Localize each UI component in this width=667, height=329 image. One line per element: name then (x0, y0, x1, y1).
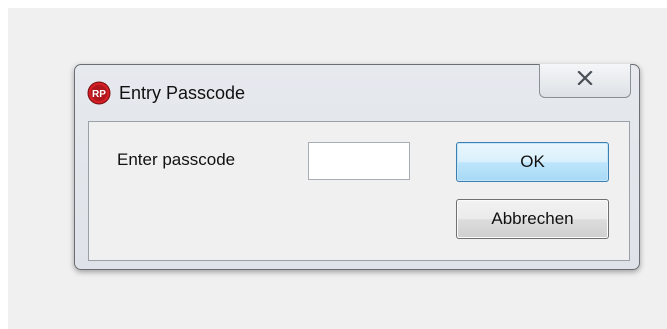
entry-passcode-dialog: RP Entry Passcode Enter passcode OK Abbr… (74, 64, 640, 270)
passcode-input[interactable] (308, 142, 410, 180)
passcode-label: Enter passcode (117, 150, 236, 169)
rp-app-icon-graphic: RP (87, 81, 111, 105)
dialog-title: Entry Passcode (119, 83, 246, 103)
title-bar[interactable]: RP Entry Passcode (75, 64, 639, 119)
ok-button[interactable]: OK (456, 142, 609, 182)
cancel-button[interactable]: Abbrechen (456, 199, 609, 239)
rp-app-icon-text: RP (92, 89, 106, 100)
close-icon (577, 70, 593, 90)
desktop-background: RP Entry Passcode Enter passcode OK Abbr… (8, 8, 667, 329)
dialog-client-area: Enter passcode OK Abbrechen (88, 121, 630, 261)
close-button[interactable] (539, 64, 631, 98)
rp-app-icon: RP (87, 81, 111, 105)
